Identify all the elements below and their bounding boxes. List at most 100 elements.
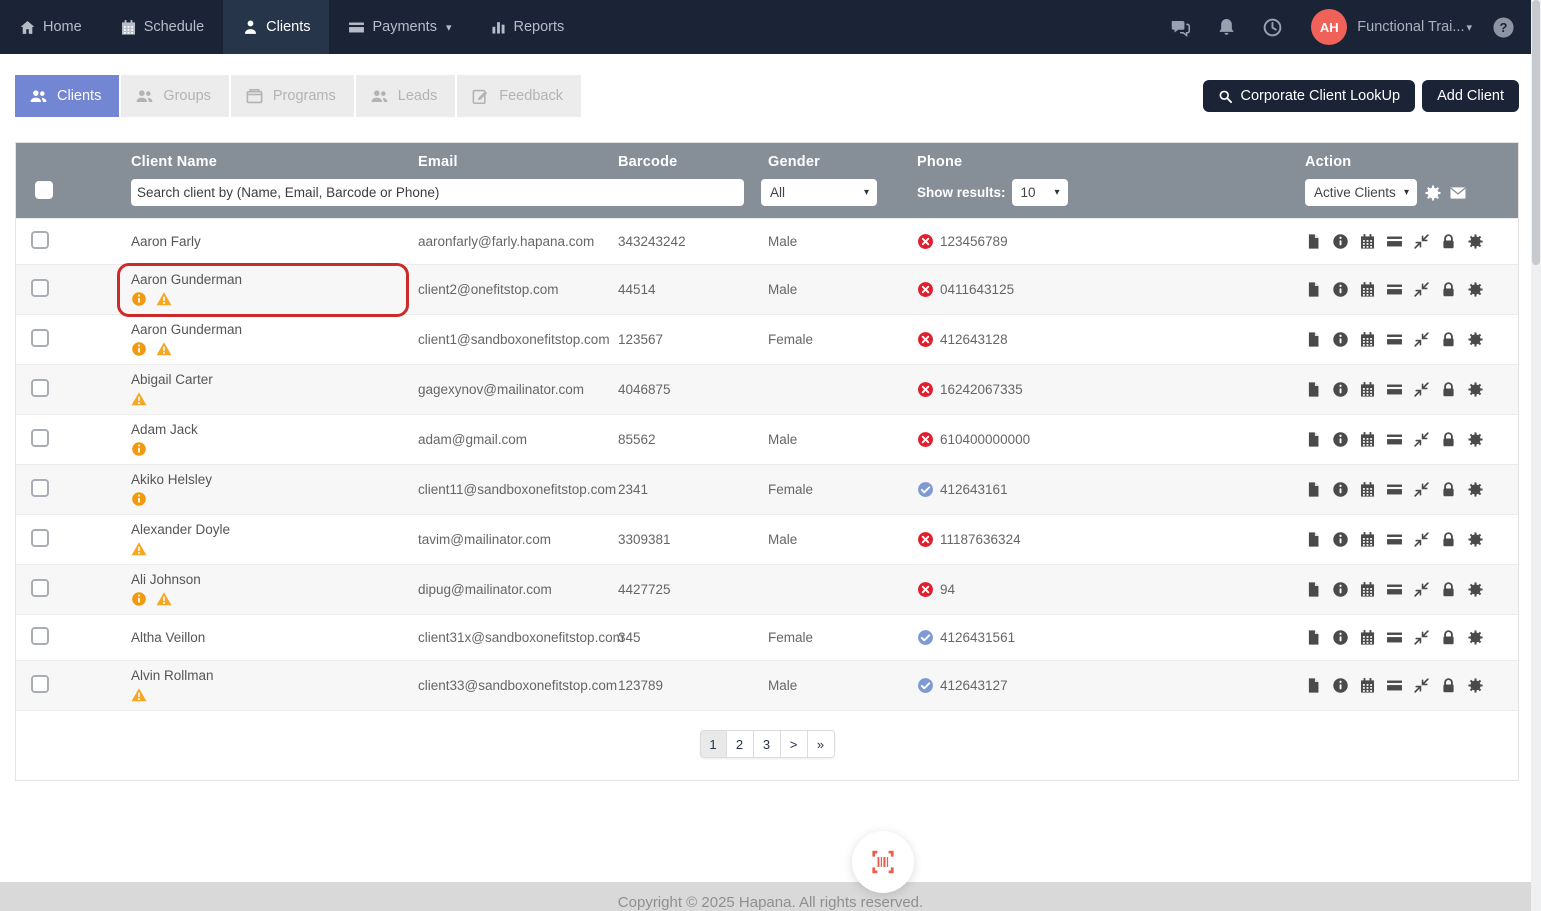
tab-clients[interactable]: Clients bbox=[15, 75, 122, 117]
row-checkbox[interactable] bbox=[31, 379, 49, 397]
chevron-down-icon[interactable]: ▾ bbox=[1466, 21, 1472, 34]
gear-icon[interactable] bbox=[1467, 629, 1484, 646]
calendar-icon[interactable] bbox=[1359, 431, 1376, 448]
compress-icon[interactable] bbox=[1413, 629, 1430, 646]
row-checkbox[interactable] bbox=[31, 627, 49, 645]
lock-icon[interactable] bbox=[1440, 581, 1457, 598]
info-icon[interactable] bbox=[131, 441, 147, 457]
client-name[interactable]: Altha Veillon bbox=[131, 630, 403, 646]
info-icon[interactable] bbox=[131, 291, 147, 307]
calendar-icon[interactable] bbox=[1359, 677, 1376, 694]
calendar-icon[interactable] bbox=[1359, 531, 1376, 548]
info-icon[interactable] bbox=[1332, 331, 1349, 348]
card-icon[interactable] bbox=[1386, 629, 1403, 646]
gear-icon[interactable] bbox=[1467, 581, 1484, 598]
calendar-icon[interactable] bbox=[1359, 481, 1376, 498]
help-icon[interactable] bbox=[1492, 16, 1515, 39]
gear-icon[interactable] bbox=[1467, 677, 1484, 694]
client-name[interactable]: Aaron Gunderman bbox=[131, 322, 403, 338]
lock-icon[interactable] bbox=[1440, 629, 1457, 646]
gear-icon[interactable] bbox=[1467, 281, 1484, 298]
tab-programs[interactable]: Programs bbox=[230, 75, 356, 117]
page-2-button[interactable]: 2 bbox=[726, 730, 754, 758]
lock-icon[interactable] bbox=[1440, 381, 1457, 398]
client-name[interactable]: Alvin Rollman bbox=[131, 668, 403, 684]
info-icon[interactable] bbox=[1332, 431, 1349, 448]
file-icon[interactable] bbox=[1305, 531, 1322, 548]
info-icon[interactable] bbox=[1332, 581, 1349, 598]
card-icon[interactable] bbox=[1386, 331, 1403, 348]
row-checkbox[interactable] bbox=[31, 231, 49, 249]
warning-icon[interactable] bbox=[156, 291, 172, 307]
warning-icon[interactable] bbox=[131, 687, 147, 703]
card-icon[interactable] bbox=[1386, 677, 1403, 694]
file-icon[interactable] bbox=[1305, 233, 1322, 250]
row-checkbox[interactable] bbox=[31, 279, 49, 297]
info-icon[interactable] bbox=[1332, 233, 1349, 250]
file-icon[interactable] bbox=[1305, 281, 1322, 298]
bell-icon[interactable] bbox=[1203, 17, 1249, 38]
file-icon[interactable] bbox=[1305, 431, 1322, 448]
card-icon[interactable] bbox=[1386, 281, 1403, 298]
info-icon[interactable] bbox=[131, 591, 147, 607]
card-icon[interactable] bbox=[1386, 431, 1403, 448]
calendar-icon[interactable] bbox=[1359, 331, 1376, 348]
info-icon[interactable] bbox=[1332, 629, 1349, 646]
lock-icon[interactable] bbox=[1440, 233, 1457, 250]
calendar-icon[interactable] bbox=[1359, 381, 1376, 398]
info-icon[interactable] bbox=[1332, 281, 1349, 298]
select-all-checkbox[interactable] bbox=[35, 181, 53, 199]
compress-icon[interactable] bbox=[1413, 481, 1430, 498]
clock-icon[interactable] bbox=[1249, 17, 1295, 38]
tab-groups[interactable]: Groups bbox=[121, 75, 231, 117]
warning-icon[interactable] bbox=[131, 541, 147, 557]
card-icon[interactable] bbox=[1386, 581, 1403, 598]
calendar-icon[interactable] bbox=[1359, 629, 1376, 646]
nav-schedule[interactable]: Schedule bbox=[101, 0, 223, 54]
mail-icon[interactable] bbox=[1449, 184, 1467, 202]
calendar-icon[interactable] bbox=[1359, 581, 1376, 598]
lock-icon[interactable] bbox=[1440, 281, 1457, 298]
row-checkbox[interactable] bbox=[31, 579, 49, 597]
search-input[interactable] bbox=[131, 179, 744, 206]
file-icon[interactable] bbox=[1305, 381, 1322, 398]
page-3-button[interactable]: 3 bbox=[753, 730, 781, 758]
nav-reports[interactable]: Reports bbox=[471, 0, 584, 54]
card-icon[interactable] bbox=[1386, 233, 1403, 250]
lock-icon[interactable] bbox=[1440, 531, 1457, 548]
add-client-button[interactable]: Add Client bbox=[1422, 80, 1519, 112]
next-page-button[interactable]: > bbox=[780, 730, 808, 758]
client-name[interactable]: Aaron Gunderman bbox=[131, 272, 403, 288]
gear-icon[interactable] bbox=[1467, 381, 1484, 398]
gear-icon[interactable] bbox=[1467, 233, 1484, 250]
card-icon[interactable] bbox=[1386, 531, 1403, 548]
lock-icon[interactable] bbox=[1440, 677, 1457, 694]
nav-payments[interactable]: Payments ▾ bbox=[329, 0, 470, 54]
client-name[interactable]: Adam Jack bbox=[131, 422, 403, 438]
chat-icon[interactable] bbox=[1157, 17, 1203, 38]
file-icon[interactable] bbox=[1305, 481, 1322, 498]
row-checkbox[interactable] bbox=[31, 675, 49, 693]
info-icon[interactable] bbox=[1332, 531, 1349, 548]
nav-home[interactable]: Home bbox=[0, 0, 101, 54]
barcode-scan-button[interactable] bbox=[852, 831, 914, 893]
client-name[interactable]: Alexander Doyle bbox=[131, 522, 403, 538]
file-icon[interactable] bbox=[1305, 581, 1322, 598]
row-checkbox[interactable] bbox=[31, 529, 49, 547]
card-icon[interactable] bbox=[1386, 481, 1403, 498]
file-icon[interactable] bbox=[1305, 677, 1322, 694]
gender-select[interactable]: All ▾ bbox=[761, 179, 877, 206]
lock-icon[interactable] bbox=[1440, 331, 1457, 348]
compress-icon[interactable] bbox=[1413, 381, 1430, 398]
info-icon[interactable] bbox=[1332, 381, 1349, 398]
calendar-icon[interactable] bbox=[1359, 281, 1376, 298]
warning-icon[interactable] bbox=[156, 341, 172, 357]
corporate-client-lookup-button[interactable]: Corporate Client LookUp bbox=[1202, 80, 1416, 112]
gear-icon[interactable] bbox=[1467, 431, 1484, 448]
calendar-icon[interactable] bbox=[1359, 233, 1376, 250]
account-name[interactable]: Functional Trai... bbox=[1357, 19, 1464, 35]
nav-clients[interactable]: Clients bbox=[223, 0, 330, 54]
row-checkbox[interactable] bbox=[31, 329, 49, 347]
client-name[interactable]: Abigail Carter bbox=[131, 372, 403, 388]
gear-icon[interactable] bbox=[1467, 531, 1484, 548]
